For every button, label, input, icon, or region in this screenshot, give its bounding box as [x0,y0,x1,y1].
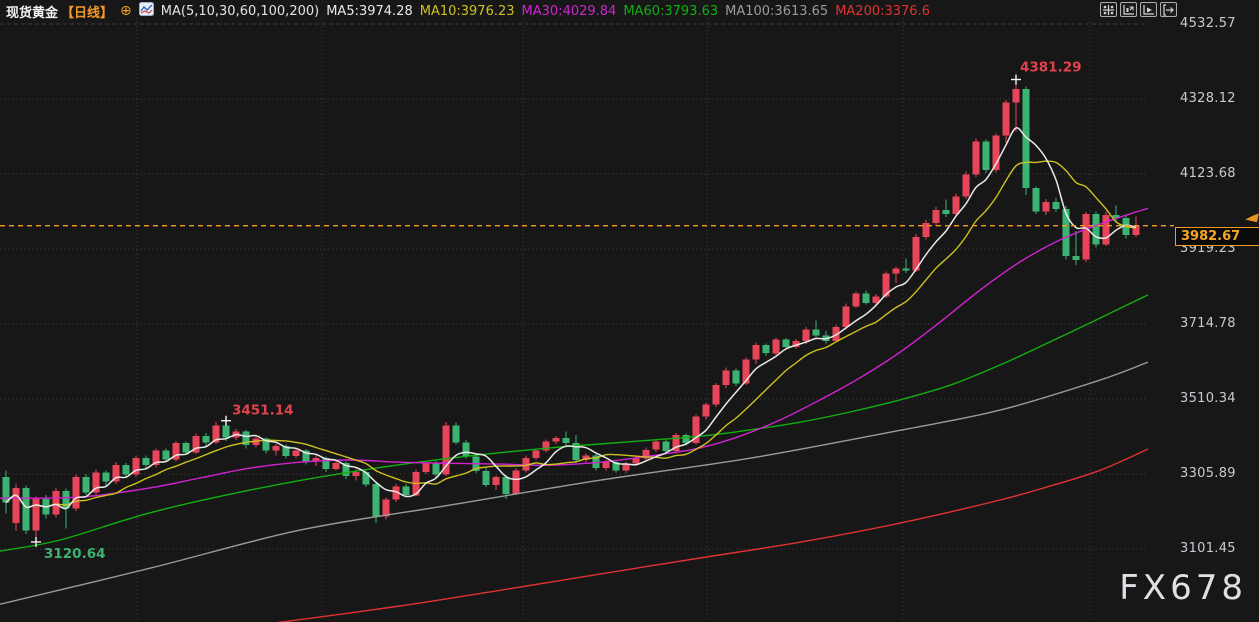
symbol-name: 现货黄金 [6,2,58,21]
candles [3,80,1140,543]
ma-settings-label[interactable]: MA(5,10,30,60,100,200) [161,4,319,19]
y-axis-label: 4328.12 [1180,91,1255,106]
y-axis-label: 3510.34 [1180,391,1255,406]
trading-chart-window: 4381.29 3451.14 3120.64 4532.57 4328.12 4123… [0,0,1259,622]
candlestick-chart[interactable]: 4381.29 3451.14 3120.64 [0,0,1259,622]
export-pane-button[interactable] [1160,2,1177,17]
price-annotation: 4381.29 [1020,59,1082,75]
ma100-value: MA100:3613.65 [725,4,828,19]
y-axis-label: 3101.45 [1180,541,1255,556]
y-axis-label: 4532.57 [1180,16,1255,31]
axis-play-button[interactable] [1140,2,1157,17]
ma60-value: MA60:3793.63 [623,4,718,19]
add-indicator-icon[interactable]: ⊕ [120,4,132,18]
extreme-marker: 3451.14 [221,403,294,426]
y-axis-label: 3305.89 [1180,466,1255,481]
ma10-value: MA10:3976.23 [420,4,515,19]
pan-crosshair-button[interactable] [1100,2,1117,17]
watermark: FX678 [1119,568,1247,608]
extreme-marker: 3120.64 [31,537,106,562]
last-price-badge: 3982.67 [1175,227,1259,246]
gridlines [0,18,1148,622]
y-axis-label: 4123.68 [1180,166,1255,181]
ma200-line [270,449,1148,622]
price-annotation: 3120.64 [44,546,106,562]
chart-toolbar [1100,2,1177,17]
chart-header: 现货黄金【日线】 ⊕ MA(5,10,30,60,100,200) MA5:39… [6,2,930,20]
ma60-line [0,295,1148,551]
price-annotation: 3451.14 [232,403,294,419]
ma5-value: MA5:3974.28 [326,4,413,19]
ma30-value: MA30:4029.84 [522,4,617,19]
timeframe-label[interactable]: 【日线】 [61,2,113,21]
y-axis-label: 3714.78 [1180,316,1255,331]
extreme-marker: 4381.29 [1011,59,1082,84]
mini-chart-icon[interactable] [139,2,154,20]
ma200-value: MA200:3376.6 [835,4,930,19]
axis-zoom-left-button[interactable] [1120,2,1137,17]
